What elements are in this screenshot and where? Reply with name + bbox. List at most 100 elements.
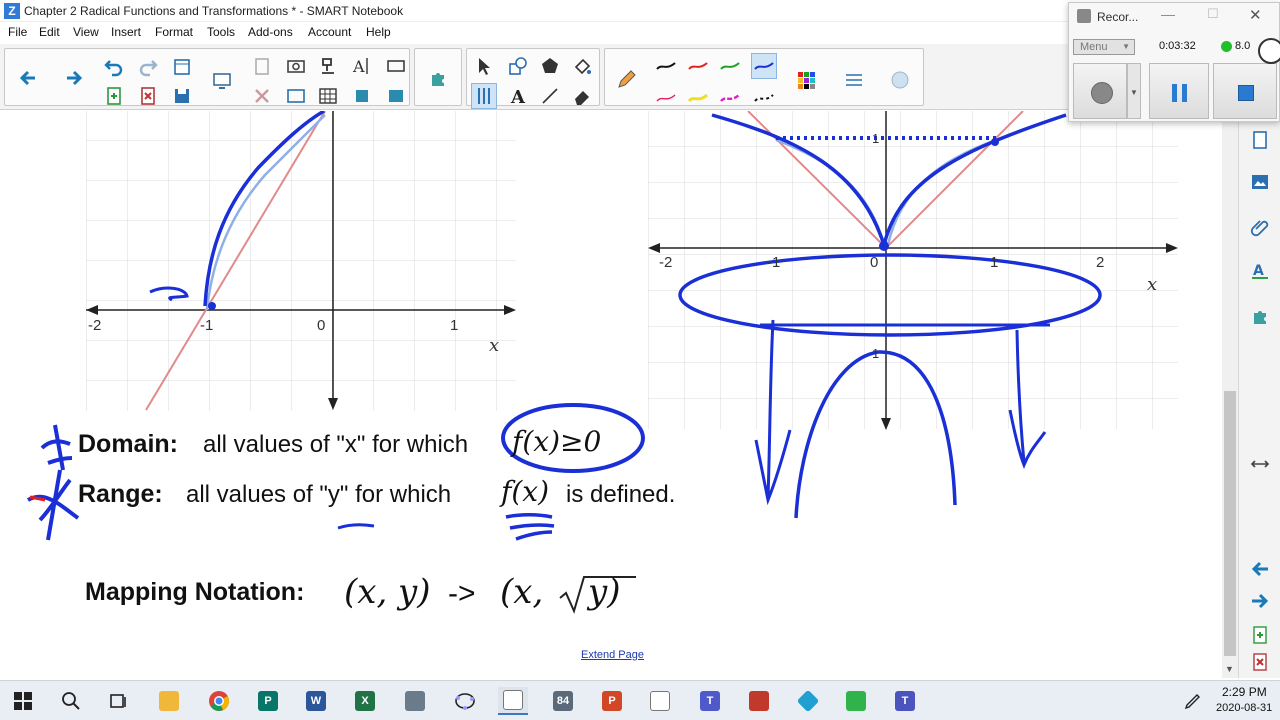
undo-icon[interactable] — [101, 53, 127, 79]
eraser-icon[interactable] — [569, 83, 595, 109]
expand-panel-icon[interactable] — [1247, 451, 1273, 477]
line-tool-icon[interactable] — [537, 83, 563, 109]
pen-green-icon[interactable] — [717, 53, 743, 79]
menu-view[interactable]: View — [73, 25, 99, 39]
word-icon[interactable]: W — [301, 687, 331, 715]
page-sorter-icon[interactable] — [1247, 127, 1273, 153]
add-page-icon[interactable] — [169, 53, 195, 79]
record-button[interactable] — [1073, 63, 1127, 119]
screen-capture-icon[interactable] — [209, 67, 235, 93]
transparency-icon[interactable] — [887, 67, 913, 93]
pen-workspace-icon[interactable] — [1178, 687, 1208, 715]
menu-account[interactable]: Account — [308, 25, 351, 39]
line-style-icon[interactable] — [841, 67, 867, 93]
file-explorer-icon[interactable] — [154, 687, 184, 715]
insert-page-icon[interactable] — [101, 83, 127, 109]
redo-icon[interactable] — [135, 53, 161, 79]
stop-button[interactable] — [1213, 63, 1277, 119]
app-icon[interactable] — [400, 687, 430, 715]
excel-icon[interactable]: X — [350, 687, 380, 715]
recorder-menu-dropdown[interactable]: Menu ▼ — [1073, 39, 1135, 55]
calculator-icon[interactable]: 84 — [548, 687, 578, 715]
windows-start-icon[interactable] — [8, 687, 38, 715]
widget-icon[interactable] — [383, 83, 409, 109]
recorder-maximize-icon[interactable]: ☐ — [1207, 6, 1219, 22]
pen-dashed-black-icon[interactable] — [751, 83, 777, 109]
smart-notebook-taskbar-icon[interactable] — [498, 687, 528, 715]
add-on-icon[interactable] — [349, 83, 375, 109]
menu-tools[interactable]: Tools — [207, 25, 235, 39]
select-pointer-icon[interactable] — [471, 53, 497, 79]
document-icon[interactable] — [645, 687, 675, 715]
menu-insert[interactable]: Insert — [111, 25, 141, 39]
menu-file[interactable]: File — [8, 25, 27, 39]
table-icon[interactable] — [315, 83, 341, 109]
clock-time[interactable]: 2:29 PM — [1222, 685, 1267, 699]
back-arrow-icon[interactable] — [15, 65, 41, 91]
pencil-icon[interactable] — [613, 67, 639, 93]
gallery-icon[interactable] — [1247, 169, 1273, 195]
task-view-icon[interactable] — [104, 687, 134, 715]
record-options-dropdown[interactable]: ▼ — [1127, 63, 1141, 119]
pen-thin-red-icon[interactable] — [653, 83, 679, 109]
pause-button[interactable] — [1149, 63, 1209, 119]
pen-black-icon[interactable] — [653, 53, 679, 79]
clock-date[interactable]: 2020-08-31 — [1216, 702, 1272, 714]
pen-tool-icon[interactable] — [471, 83, 497, 109]
chrome-icon[interactable] — [204, 687, 234, 715]
save-icon[interactable] — [169, 83, 195, 109]
polygon-icon[interactable] — [537, 53, 563, 79]
puzzle-icon[interactable] — [425, 65, 451, 91]
camera-icon[interactable] — [283, 53, 309, 79]
delete-page-icon[interactable] — [135, 83, 161, 109]
menu-format[interactable]: Format — [155, 25, 193, 39]
vertical-scrollbar[interactable]: ▼ — [1222, 111, 1238, 678]
paste-icon[interactable] — [249, 53, 275, 79]
powerpoint-icon[interactable]: P — [597, 687, 627, 715]
recorder-menu-label: Menu — [1080, 41, 1108, 53]
scrollbar-thumb[interactable] — [1224, 391, 1236, 656]
menu-add-ons[interactable]: Add-ons — [248, 25, 293, 39]
add-ons-icon[interactable] — [1247, 303, 1273, 329]
text-format-icon[interactable]: A — [349, 53, 375, 79]
svg-text:A: A — [510, 87, 526, 107]
attachments-icon[interactable] — [1247, 213, 1273, 239]
delete-icon[interactable] — [249, 83, 275, 109]
app-green-icon[interactable] — [841, 687, 871, 715]
app-red-icon[interactable] — [744, 687, 774, 715]
svg-text:A: A — [1253, 263, 1264, 279]
next-page-icon[interactable] — [1247, 588, 1273, 614]
teams-meeting-icon[interactable]: T — [890, 687, 920, 715]
menu-help[interactable]: Help — [366, 25, 391, 39]
text-tool-icon[interactable]: A — [505, 83, 531, 109]
app-cyan-icon[interactable] — [793, 687, 823, 715]
search-icon[interactable] — [56, 687, 86, 715]
record-icon — [1091, 82, 1113, 104]
full-screen-icon[interactable] — [283, 83, 309, 109]
publisher-icon[interactable]: P — [253, 687, 283, 715]
notebook-canvas[interactable]: -2 -1 0 1 x -2 -1 0 1 2 1 1 x Domain: al… — [0, 111, 1222, 678]
teams-icon[interactable]: T — [695, 687, 725, 715]
pen-magenta-icon[interactable] — [717, 83, 743, 109]
highlighter-yellow-icon[interactable] — [685, 83, 711, 109]
toolbar-group-main: A — [4, 48, 410, 106]
pen-blue-icon[interactable] — [751, 53, 777, 79]
properties-icon[interactable]: A — [1247, 257, 1273, 283]
forward-arrow-icon[interactable] — [61, 65, 87, 91]
shape-tool-icon[interactable] — [505, 53, 531, 79]
recorder-close-icon[interactable]: ✕ — [1249, 6, 1262, 24]
color-palette-icon[interactable] — [793, 67, 819, 93]
extend-page-link[interactable]: Extend Page — [581, 649, 644, 661]
measurement-icon[interactable] — [383, 53, 409, 79]
previous-page-icon[interactable] — [1247, 556, 1273, 582]
fill-icon[interactable] — [569, 53, 595, 79]
add-page-side-icon[interactable] — [1247, 622, 1273, 648]
document-camera-icon[interactable] — [315, 53, 341, 79]
scroll-down-icon[interactable]: ▼ — [1225, 664, 1234, 674]
menu-edit[interactable]: Edit — [39, 25, 60, 39]
pen-red-icon[interactable] — [685, 53, 711, 79]
geogebra-icon[interactable] — [450, 687, 480, 715]
right-tick-1: 1 — [990, 254, 999, 271]
recorder-minimize-icon[interactable]: — — [1161, 6, 1175, 22]
delete-page-side-icon[interactable] — [1247, 649, 1273, 675]
